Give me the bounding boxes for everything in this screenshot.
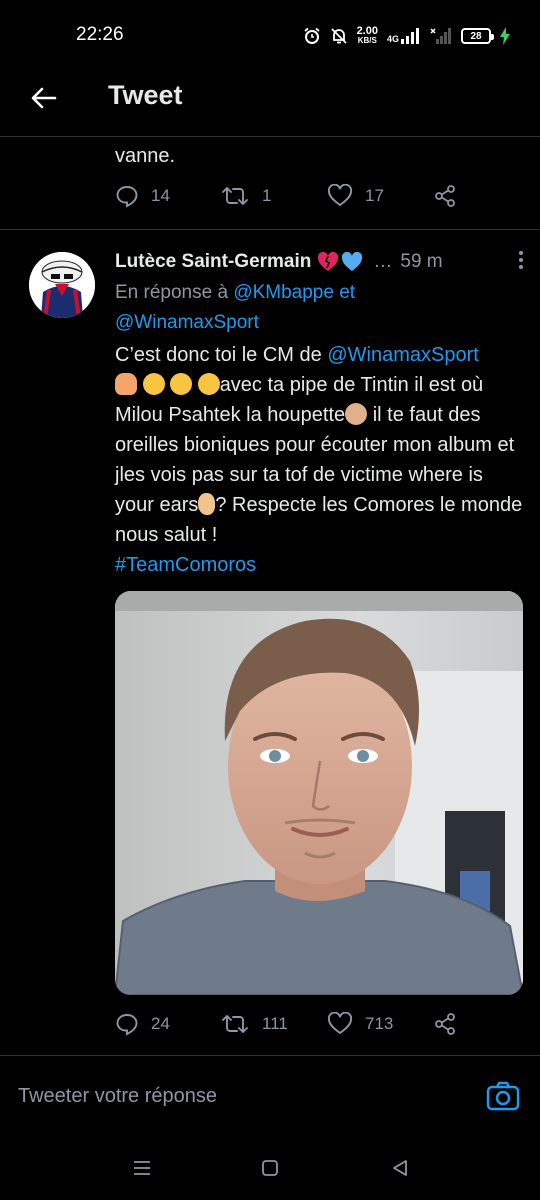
more-options-button[interactable] bbox=[518, 250, 526, 275]
like-count: 17 bbox=[365, 186, 384, 205]
retweet-icon bbox=[222, 187, 248, 205]
back-button[interactable] bbox=[24, 78, 64, 118]
blue-heart-icon bbox=[342, 252, 363, 271]
reply-icon bbox=[116, 186, 138, 208]
network-type: 4G bbox=[386, 34, 399, 44]
broken-heart-icon bbox=[318, 252, 339, 271]
heart-icon bbox=[327, 184, 353, 207]
ear-emoji-icon bbox=[198, 493, 216, 515]
alarm-icon bbox=[303, 27, 320, 44]
camera-button[interactable] bbox=[486, 1079, 520, 1113]
battery-icon: 28 bbox=[461, 28, 494, 44]
avatar[interactable] bbox=[29, 252, 95, 318]
home-button[interactable] bbox=[258, 1156, 282, 1180]
reply-button[interactable]: 24 bbox=[115, 1012, 170, 1036]
mute-bell-icon bbox=[330, 28, 347, 44]
tweet-header: Lutèce Saint-Germain … 59 m bbox=[115, 248, 525, 276]
app-header: Tweet bbox=[0, 70, 540, 137]
person-shrugging-emoji-icon bbox=[115, 373, 137, 395]
heart-icon bbox=[327, 1012, 353, 1035]
retweet-count: 1 bbox=[262, 186, 272, 205]
share-button[interactable] bbox=[433, 184, 457, 208]
retweet-button[interactable]: 111 bbox=[220, 1012, 288, 1036]
mention-link[interactable]: @KMbappe bbox=[233, 282, 334, 303]
share-icon bbox=[435, 185, 455, 207]
rolling-laughing-emoji-icon bbox=[170, 373, 193, 395]
tweet-text: C’est donc toi le CM de @WinamaxSport av… bbox=[115, 340, 527, 580]
signal-no-service-icon bbox=[430, 28, 451, 44]
square-icon bbox=[262, 1160, 278, 1176]
reply-to-line: En réponse à @KMbappe et @WinamaxSport bbox=[115, 278, 525, 338]
share-icon bbox=[435, 1013, 455, 1035]
charging-icon bbox=[500, 27, 510, 45]
mention-link[interactable]: @WinamaxSport bbox=[327, 344, 478, 366]
clapping-hands-emoji-icon bbox=[345, 403, 368, 425]
network-speed-value: 2.00 bbox=[356, 25, 378, 37]
retweet-count: 111 bbox=[262, 1014, 288, 1033]
reply-count: 24 bbox=[151, 1014, 170, 1033]
retweet-icon bbox=[222, 1015, 248, 1033]
previous-tweet-text: vanne. bbox=[115, 145, 176, 167]
signal-4g-icon: 4G bbox=[387, 28, 421, 44]
more-vertical-icon bbox=[519, 251, 523, 269]
like-button[interactable]: 713 bbox=[327, 1012, 393, 1036]
network-speed-unit: KB/S bbox=[357, 36, 377, 45]
reply-input[interactable]: Tweeter votre réponse bbox=[18, 1085, 217, 1108]
tweet-text-part: C’est donc toi le CM de bbox=[115, 344, 328, 366]
reply-conjunction: et bbox=[339, 282, 356, 303]
status-icons: 2.00 KB/S 4G 28 bbox=[303, 24, 510, 48]
like-count: 713 bbox=[365, 1014, 394, 1033]
reply-prefix: En réponse à bbox=[115, 282, 229, 303]
previous-tweet[interactable]: vanne. 14 1 17 bbox=[0, 137, 540, 230]
system-nav-bar bbox=[0, 1140, 540, 1200]
back-nav-button[interactable] bbox=[388, 1156, 412, 1180]
reply-count: 14 bbox=[151, 186, 170, 205]
previous-tweet-actions: 14 1 17 bbox=[115, 184, 525, 214]
tears-of-joy-emoji-icon bbox=[197, 373, 220, 395]
name-truncation-dots: … bbox=[373, 251, 393, 272]
tweet[interactable]: Lutèce Saint-Germain … 59 m En réponse à… bbox=[0, 230, 540, 1056]
author-name[interactable]: Lutèce Saint-Germain bbox=[115, 251, 311, 273]
arrow-left-icon bbox=[31, 87, 57, 109]
menu-icon bbox=[134, 1161, 150, 1175]
like-button[interactable]: 17 bbox=[327, 184, 384, 208]
mention-link[interactable]: @WinamaxSport bbox=[115, 312, 259, 333]
status-bar: 22:26 2.00 KB/S 4G 28 bbox=[0, 0, 540, 70]
tweet-actions: 24 111 713 bbox=[115, 1012, 525, 1042]
author-name-emoji bbox=[317, 252, 363, 272]
camera-icon bbox=[486, 1081, 520, 1111]
hashtag-link[interactable]: #TeamComoros bbox=[115, 554, 256, 576]
reply-icon bbox=[116, 1014, 138, 1036]
tears-of-joy-emoji-icon bbox=[142, 373, 165, 395]
recent-apps-button[interactable] bbox=[130, 1156, 154, 1180]
battery-level: 28 bbox=[470, 30, 482, 42]
retweet-button[interactable]: 1 bbox=[220, 184, 271, 208]
network-speed: 2.00 KB/S bbox=[357, 26, 378, 46]
status-time: 22:26 bbox=[76, 24, 124, 45]
page-title: Tweet bbox=[108, 80, 183, 110]
reply-button[interactable]: 14 bbox=[115, 184, 170, 208]
tweet-time: 59 m bbox=[400, 251, 443, 272]
tweet-photo[interactable] bbox=[115, 591, 523, 995]
share-button[interactable] bbox=[433, 1012, 457, 1036]
reply-composer[interactable]: Tweeter votre réponse bbox=[0, 1057, 540, 1139]
triangle-back-icon bbox=[393, 1160, 407, 1176]
